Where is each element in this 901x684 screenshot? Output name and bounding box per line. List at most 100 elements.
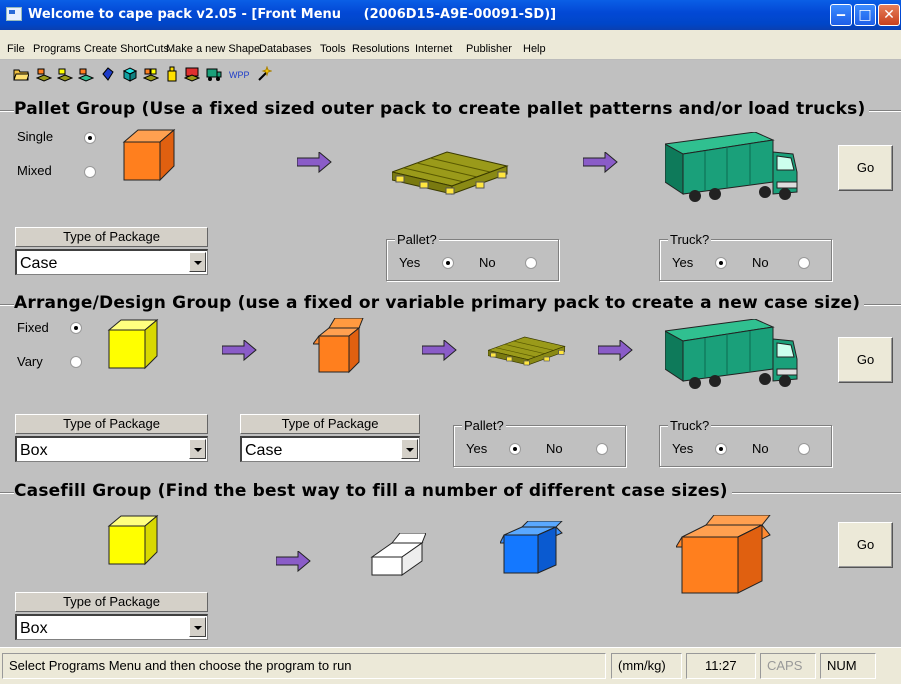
truck-option-group: Truck? Yes No xyxy=(659,232,832,281)
truck-tool-icon[interactable] xyxy=(206,66,222,82)
menu-make-a-new-shape[interactable]: Make a new Shape xyxy=(166,43,260,55)
toolbar: WPP xyxy=(0,60,901,92)
arrange-go-button[interactable]: Go xyxy=(838,337,893,383)
truck-image xyxy=(665,319,798,390)
truck-yes-radio[interactable] xyxy=(715,257,727,269)
pallet-yes-radio[interactable] xyxy=(509,443,521,455)
fixed-radio[interactable] xyxy=(70,322,82,334)
maximize-icon[interactable]: □ xyxy=(854,4,876,26)
single-radio[interactable] xyxy=(84,132,96,144)
no-label: No xyxy=(546,441,563,456)
chevron-down-icon[interactable] xyxy=(189,252,206,272)
cube-tool-icon[interactable] xyxy=(122,66,138,82)
pallet-image xyxy=(392,151,508,195)
truck-no-radio[interactable] xyxy=(798,443,810,455)
menu-publisher[interactable]: Publisher xyxy=(466,43,512,55)
arrange-tool-icon[interactable] xyxy=(57,66,73,82)
menu-programs[interactable]: Programs xyxy=(33,43,81,55)
package-dropdown[interactable]: Box xyxy=(15,614,208,640)
vary-radio[interactable] xyxy=(70,356,82,368)
menu-databases[interactable]: Databases xyxy=(259,43,312,55)
menu-internet[interactable]: Internet xyxy=(415,43,452,55)
menu-bar: File Programs Create ShortCuts Make a ne… xyxy=(0,30,901,60)
pallet-tool-icon[interactable] xyxy=(36,66,52,82)
package-value: Box xyxy=(20,442,48,459)
pallet-go-button[interactable]: Go xyxy=(838,145,893,191)
package-value: Case xyxy=(20,255,58,272)
minimize-icon[interactable]: ‒ xyxy=(830,4,852,26)
casefill-group-title: Casefill Group (Find the best way to fil… xyxy=(14,481,732,501)
type-of-package-header: Type of Package xyxy=(15,414,208,434)
pallet-option-group: Pallet? Yes No xyxy=(386,232,559,281)
title-bar: Welcome to cape pack v2.05 - [Front Menu… xyxy=(0,0,901,30)
casefill-package-selector: Type of Package Box xyxy=(15,592,208,642)
close-icon[interactable]: ✕ xyxy=(878,4,900,26)
pallet-legend: Pallet? xyxy=(395,232,439,247)
status-num: NUM xyxy=(820,653,876,679)
vary-label: Vary xyxy=(17,354,43,369)
large-case-image xyxy=(676,515,771,594)
menu-help[interactable]: Help xyxy=(523,43,546,55)
type-of-package-header: Type of Package xyxy=(15,592,208,612)
pallet-legend: Pallet? xyxy=(462,418,506,433)
package-dropdown[interactable]: Box xyxy=(15,436,208,462)
package-value: Box xyxy=(20,620,48,637)
arrow-icon xyxy=(598,340,633,361)
bottle-tool-icon[interactable] xyxy=(164,66,180,82)
pallet-yes-radio[interactable] xyxy=(442,257,454,269)
window-title: Welcome to cape pack v2.05 - [Front Menu… xyxy=(28,7,557,22)
fixed-label: Fixed xyxy=(17,320,49,335)
menu-resolutions[interactable]: Resolutions xyxy=(352,43,409,55)
chevron-down-icon[interactable] xyxy=(189,439,206,459)
casefill-tool-icon[interactable] xyxy=(100,66,116,82)
blue-box-image xyxy=(500,521,563,574)
truck-yes-radio[interactable] xyxy=(715,443,727,455)
arrow-icon xyxy=(422,340,457,361)
casefill-group: Casefill Group (Find the best way to fil… xyxy=(0,477,901,647)
yes-label: Yes xyxy=(466,441,488,456)
pallet-package-selector: Type of Package Case xyxy=(15,227,208,277)
yes-label: Yes xyxy=(399,255,421,270)
no-label: No xyxy=(752,441,769,456)
single-label: Single xyxy=(17,129,54,144)
package-dropdown[interactable]: Case xyxy=(240,436,420,462)
mixed-radio[interactable] xyxy=(84,166,96,178)
app-icon[interactable] xyxy=(6,7,22,21)
tray-image xyxy=(370,533,426,576)
pallet-group-title: Pallet Group (Use a fixed sized outer pa… xyxy=(14,99,870,119)
status-time: 11:27 xyxy=(686,653,756,679)
pallet-no-radio[interactable] xyxy=(596,443,608,455)
mixed-tool-icon[interactable] xyxy=(143,66,159,82)
wand-icon[interactable] xyxy=(256,66,272,82)
no-label: No xyxy=(479,255,496,270)
arrange-case-selector: Type of Package Case xyxy=(240,414,420,464)
wpp-icon[interactable]: WPP xyxy=(228,66,250,82)
pallet-view-icon[interactable] xyxy=(184,66,200,82)
yes-label: Yes xyxy=(672,255,694,270)
truck-image xyxy=(665,132,798,203)
truck-legend: Truck? xyxy=(668,418,712,433)
status-message: Select Programs Menu and then choose the… xyxy=(2,653,606,679)
menu-file[interactable]: File xyxy=(7,43,25,55)
truck-no-radio[interactable] xyxy=(798,257,810,269)
pallet-option-group: Pallet? Yes No xyxy=(453,418,626,467)
arrow-icon xyxy=(297,152,332,173)
casefill-go-button[interactable]: Go xyxy=(838,522,893,568)
status-bar: Select Programs Menu and then choose the… xyxy=(0,647,901,684)
arrange-package-selector: Type of Package Box xyxy=(15,414,208,464)
open-folder-icon[interactable] xyxy=(13,66,29,82)
wpp-icon-label: WPP xyxy=(229,70,250,80)
type-of-package-header: Type of Package xyxy=(15,227,208,247)
menu-tools[interactable]: Tools xyxy=(320,43,346,55)
menu-create-shortcuts[interactable]: Create ShortCuts xyxy=(84,43,169,55)
no-label: No xyxy=(752,255,769,270)
arrange-group-title: Arrange/Design Group (use a fixed or var… xyxy=(14,293,865,313)
mixed-label: Mixed xyxy=(17,163,52,178)
design-tool-icon[interactable] xyxy=(78,66,94,82)
case-image xyxy=(122,128,176,182)
chevron-down-icon[interactable] xyxy=(189,617,206,637)
box-image xyxy=(107,318,159,370)
pallet-no-radio[interactable] xyxy=(525,257,537,269)
package-dropdown[interactable]: Case xyxy=(15,249,208,275)
chevron-down-icon[interactable] xyxy=(401,439,418,459)
